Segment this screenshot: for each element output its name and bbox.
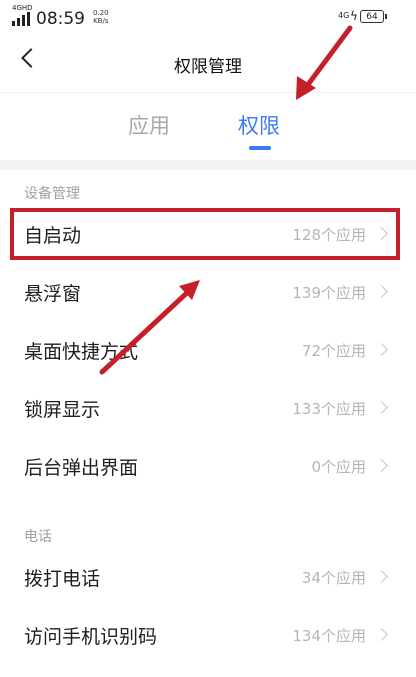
chevron-right-icon	[375, 227, 388, 240]
chevron-right-icon	[375, 628, 388, 641]
battery-icon: 64	[360, 10, 387, 23]
list-item-background-popup[interactable]: 后台弹出界面 0个应用	[0, 437, 416, 495]
list-item-label: 自启动	[24, 225, 82, 247]
chevron-right-icon	[375, 401, 388, 414]
status-bar: 4GHD 08:59 0.20 KB/s 4G ϟ 64	[0, 0, 416, 36]
tab-permissions[interactable]: 权限	[238, 110, 280, 140]
section-title-device-management: 设备管理	[24, 186, 80, 202]
list-item-label: 后台弹出界面	[24, 457, 139, 479]
list-item-label: 拨打电话	[24, 568, 101, 590]
tab-apps[interactable]: 应用	[128, 110, 170, 140]
tab-selected-indicator	[249, 146, 271, 150]
list-item-desktop-shortcut[interactable]: 桌面快捷方式 72个应用	[0, 321, 416, 379]
list-item-count: 139个应用	[292, 284, 366, 302]
list-item-label: 锁屏显示	[24, 399, 101, 421]
list-item-count: 0个应用	[311, 458, 366, 476]
network-speed: 0.20 KB/s	[93, 9, 109, 25]
status-time: 08:59	[36, 9, 85, 29]
title-bar: 权限管理	[0, 36, 416, 92]
chevron-right-icon	[375, 570, 388, 583]
list-item-count: 134个应用	[292, 627, 366, 645]
list-item-label: 悬浮窗	[24, 283, 82, 305]
chevron-right-icon	[375, 285, 388, 298]
list-item-count: 72个应用	[301, 342, 366, 360]
list-item-device-id-access[interactable]: 访问手机识别码 134个应用	[0, 606, 416, 664]
page-title: 权限管理	[174, 57, 242, 77]
network-speed-value: 0.20	[93, 9, 109, 17]
list-item-label: 桌面快捷方式	[24, 341, 139, 363]
list-item-lock-screen-display[interactable]: 锁屏显示 133个应用	[0, 379, 416, 437]
charging-icon: ϟ	[350, 9, 358, 23]
section-title-phone: 电话	[24, 529, 52, 545]
section-gap	[0, 160, 416, 170]
list-item-auto-start[interactable]: 自启动 128个应用	[0, 205, 416, 263]
network-type-label: 4G	[338, 11, 350, 20]
chevron-right-icon	[375, 459, 388, 472]
network-speed-unit: KB/s	[93, 17, 109, 25]
list-item-make-calls[interactable]: 拨打电话 34个应用	[0, 548, 416, 606]
signal-strength-icon	[12, 12, 32, 26]
header-divider	[0, 92, 416, 93]
battery-level: 64	[366, 12, 378, 22]
chevron-right-icon	[375, 343, 388, 356]
signal-type-label: 4GHD	[12, 4, 33, 12]
tab-bar: 应用 权限	[0, 100, 416, 160]
list-item-floating-window[interactable]: 悬浮窗 139个应用	[0, 263, 416, 321]
list-item-count: 34个应用	[301, 569, 366, 587]
list-item-count: 128个应用	[292, 226, 366, 244]
list-item-label: 访问手机识别码	[24, 626, 158, 648]
list-item-count: 133个应用	[292, 400, 366, 418]
